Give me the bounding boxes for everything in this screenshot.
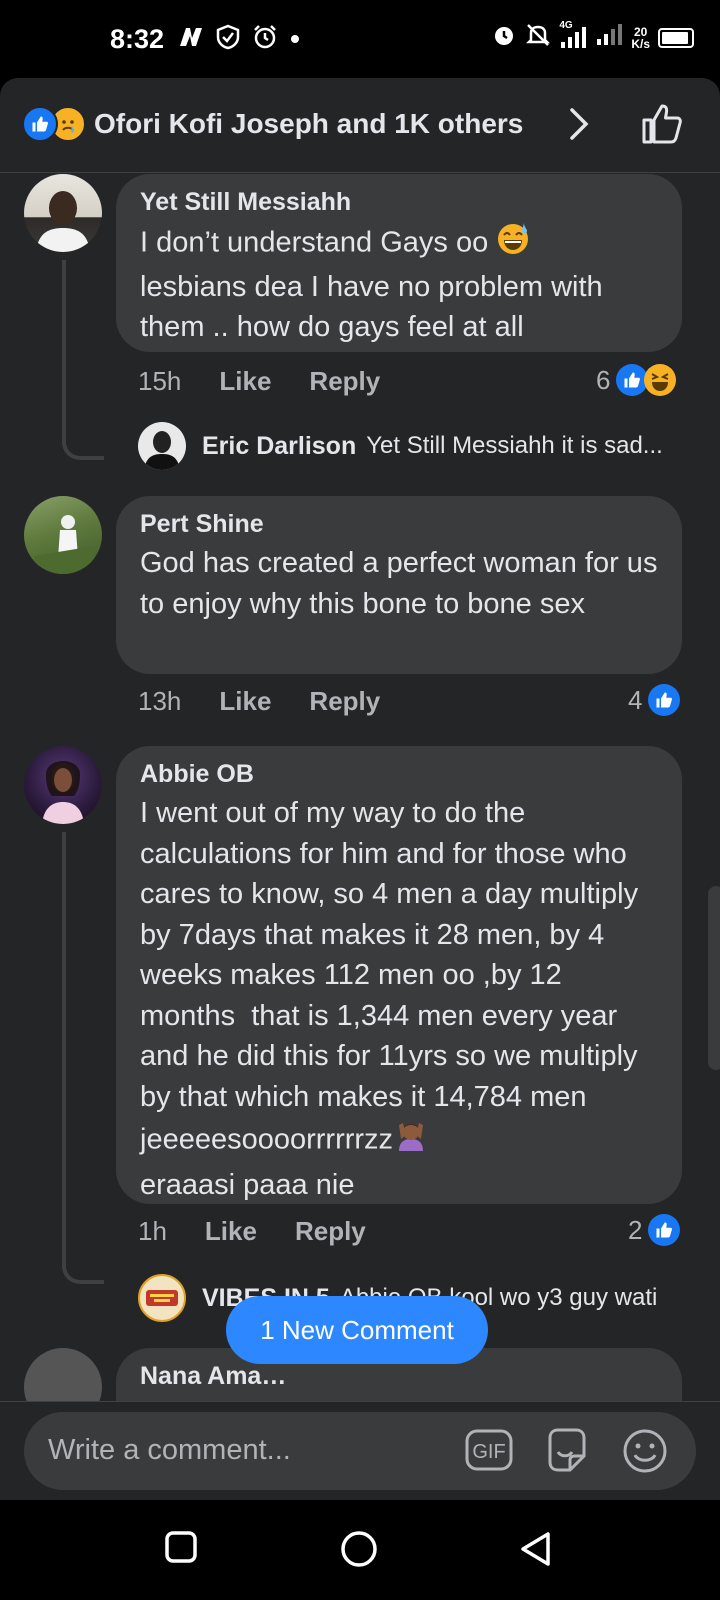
avatar bbox=[138, 422, 186, 470]
comment-meta: 1h Like Reply bbox=[138, 1216, 366, 1247]
reply-button[interactable]: Reply bbox=[309, 366, 380, 397]
reaction-count[interactable]: 6 bbox=[596, 364, 677, 396]
battery-icon bbox=[658, 27, 694, 48]
comment-time[interactable]: 1h bbox=[138, 1216, 167, 1247]
comment-meta: 13h Like Reply bbox=[138, 686, 380, 717]
back-button[interactable] bbox=[518, 1530, 554, 1573]
like-button[interactable]: Like bbox=[205, 1216, 257, 1247]
comment-author[interactable]: Nana Ama… bbox=[140, 1362, 658, 1391]
comment-bubble[interactable]: Pert Shine God has created a perfect wom… bbox=[116, 496, 682, 674]
mute-icon bbox=[525, 22, 551, 53]
comment-text-cont: lesbians dea I have no problem with them… bbox=[140, 270, 611, 344]
dot-icon bbox=[290, 31, 300, 49]
avatar[interactable] bbox=[24, 174, 102, 252]
gif-button[interactable]: GIF bbox=[464, 1426, 514, 1479]
comment-text-end: eraaasi paaa nie bbox=[140, 1168, 355, 1201]
reaction-count[interactable]: 4 bbox=[628, 684, 681, 716]
comment-meta: 15h Like Reply bbox=[138, 366, 380, 397]
thread-line bbox=[62, 260, 104, 460]
n-icon bbox=[178, 26, 204, 53]
vibes-logo-icon bbox=[138, 1274, 186, 1322]
emoji-icon[interactable] bbox=[620, 1426, 670, 1481]
reply-button[interactable]: Reply bbox=[309, 686, 380, 717]
network-speed: 20 K/s bbox=[631, 26, 650, 50]
recents-button[interactable] bbox=[164, 1530, 198, 1569]
signal-icon bbox=[595, 23, 623, 52]
comment-author[interactable]: Abbie OB bbox=[140, 760, 658, 789]
like-button[interactable]: Like bbox=[219, 686, 271, 717]
reply-preview[interactable]: Eric Darlison Yet Still Messiahh it is s… bbox=[138, 422, 663, 470]
comment-placeholder: Write a comment... bbox=[48, 1434, 291, 1466]
like-icon bbox=[648, 1214, 681, 1246]
status-time: 8:32 bbox=[110, 24, 165, 54]
sticker-icon[interactable] bbox=[542, 1426, 592, 1481]
comment-text-start: I went out of my way to do the calculati… bbox=[140, 797, 647, 1156]
comment-bubble[interactable]: Abbie OB I went out of my way to do the … bbox=[116, 746, 682, 1204]
like-icon bbox=[648, 684, 681, 716]
facepalm-woman-icon bbox=[393, 1117, 429, 1165]
reaction-count[interactable]: 2 bbox=[628, 1214, 681, 1246]
like-icon bbox=[22, 106, 58, 142]
reaction-count-value: 2 bbox=[628, 1214, 643, 1245]
comment-time[interactable]: 15h bbox=[138, 366, 181, 397]
alarm-icon bbox=[252, 24, 278, 55]
status-left-icons bbox=[178, 24, 300, 55]
speed-value: 20 bbox=[633, 24, 648, 39]
system-nav-bar bbox=[0, 1500, 720, 1600]
like-outline-icon[interactable] bbox=[640, 102, 684, 151]
reply-snippet: Yet Still Messiahh it is sad... bbox=[366, 432, 663, 459]
chevron-right-icon[interactable] bbox=[566, 104, 592, 149]
reactions-title[interactable]: Ofori Kofi Joseph and 1K others bbox=[94, 108, 523, 140]
comment-time[interactable]: 13h bbox=[138, 686, 181, 717]
reactions-header[interactable]: Ofori Kofi Joseph and 1K others bbox=[0, 78, 720, 173]
comments-sheet: Ofori Kofi Joseph and 1K others Yet Stil… bbox=[0, 78, 720, 1500]
shield-check-icon bbox=[216, 24, 240, 55]
comment-bubble[interactable]: Yet Still Messiahh I don’t understand Ga… bbox=[116, 174, 682, 352]
avatar[interactable] bbox=[24, 746, 102, 824]
status-right-icons: 4G 20 K/s bbox=[491, 20, 694, 53]
new-comment-button[interactable]: 1 New Comment bbox=[226, 1296, 488, 1364]
reply-button[interactable]: Reply bbox=[295, 1216, 366, 1247]
haha-icon bbox=[644, 364, 677, 396]
reaction-summary bbox=[22, 106, 86, 142]
comment-author[interactable]: Yet Still Messiahh bbox=[140, 188, 658, 217]
reply-author: Eric Darlison bbox=[202, 431, 357, 460]
network-label: 4G bbox=[559, 19, 573, 31]
speed-unit: K/s bbox=[631, 36, 650, 51]
like-button[interactable]: Like bbox=[219, 366, 271, 397]
comment-input[interactable]: Write a comment... GIF bbox=[24, 1412, 696, 1490]
scrollbar[interactable] bbox=[708, 886, 720, 1070]
reaction-count-value: 6 bbox=[596, 364, 611, 395]
thread-line bbox=[62, 832, 104, 1284]
comment-text: I don’t understand Gays oo lesbians dea … bbox=[140, 221, 658, 348]
comment-composer: Write a comment... GIF bbox=[0, 1401, 720, 1500]
comment-text: I went out of my way to do the calculati… bbox=[140, 793, 658, 1205]
comment-author[interactable]: Pert Shine bbox=[140, 510, 658, 539]
comment-text-start: I don’t understand Gays oo bbox=[140, 226, 489, 259]
status-bar: 8:32 4G 20 K/s bbox=[0, 0, 720, 78]
alarm-icon bbox=[491, 22, 517, 53]
signal-4g-icon: 4G bbox=[559, 20, 587, 50]
comments-list[interactable]: Yet Still Messiahh I don’t understand Ga… bbox=[0, 174, 720, 1478]
sweat-smile-icon bbox=[496, 221, 530, 267]
avatar[interactable] bbox=[24, 496, 102, 574]
reaction-count-value: 4 bbox=[628, 684, 643, 715]
home-button[interactable] bbox=[340, 1530, 378, 1573]
gif-label: GIF bbox=[472, 1441, 505, 1463]
comment-text: God has created a perfect woman for us t… bbox=[140, 547, 666, 620]
